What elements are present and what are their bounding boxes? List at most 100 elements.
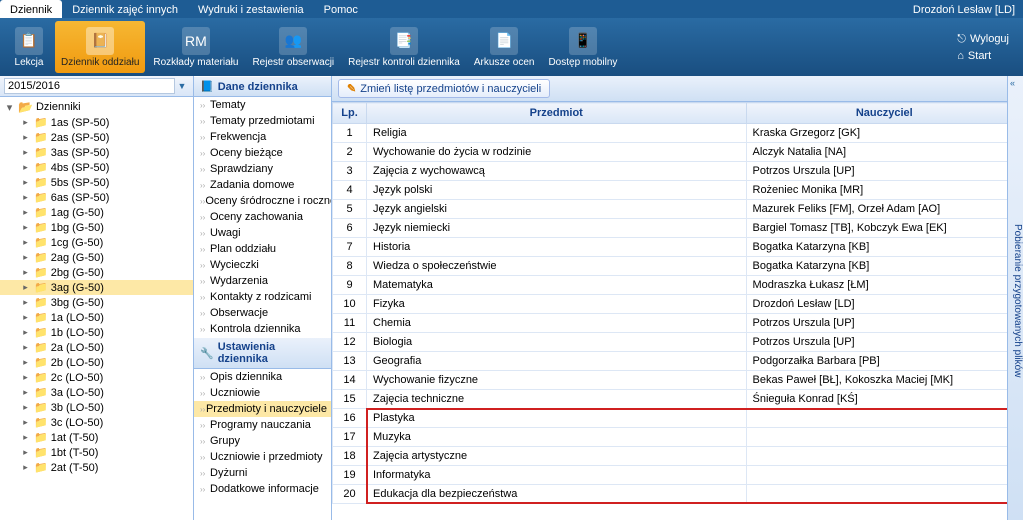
ribbon-mobilny[interactable]: 📱Dostęp mobilny — [542, 21, 623, 73]
tree-item[interactable]: ▸📁3as (SP-50) — [0, 145, 193, 160]
year-dropdown-icon[interactable]: ▼ — [175, 81, 189, 91]
section-item[interactable]: ››Dyżurni — [194, 465, 331, 481]
section-item[interactable]: ››Zadania domowe — [194, 177, 331, 193]
table-row[interactable]: 2Wychowanie do życia w rodzinieAlczyk Na… — [333, 143, 1023, 162]
expand-icon[interactable]: ▸ — [20, 282, 31, 293]
expand-icon[interactable]: « — [1010, 78, 1015, 88]
expand-icon[interactable]: ▸ — [20, 327, 31, 338]
ribbon-dziennik-oddzialu[interactable]: 📔Dziennik oddziału — [55, 21, 145, 73]
tree-item[interactable]: ▸📁3a (LO-50) — [0, 385, 193, 400]
expand-icon[interactable]: ▸ — [20, 177, 31, 188]
start-link[interactable]: ⌂Start — [957, 50, 1009, 62]
section-ustawienia[interactable]: 🔧Ustawienia dziennika — [194, 337, 331, 369]
expand-icon[interactable]: ▸ — [20, 132, 31, 143]
section-item[interactable]: ››Tematy — [194, 97, 331, 113]
table-row[interactable]: 20Edukacja dla bezpieczeństwa — [333, 485, 1023, 504]
section-item[interactable]: ››Uczniowie i przedmioty — [194, 449, 331, 465]
expand-icon[interactable]: ▸ — [20, 432, 31, 443]
expand-icon[interactable]: ▸ — [20, 117, 31, 128]
table-row[interactable]: 9MatematykaModraszka Łukasz [ŁM] — [333, 276, 1023, 295]
tree-item[interactable]: ▸📁1cg (G-50) — [0, 235, 193, 250]
col-lp[interactable]: Lp. — [333, 103, 367, 124]
section-item[interactable]: ››Oceny zachowania — [194, 209, 331, 225]
section-item[interactable]: ››Przedmioty i nauczyciele — [194, 401, 331, 417]
table-row[interactable]: 13GeografiaPodgorzałka Barbara [PB] — [333, 352, 1023, 371]
ribbon-kontroli[interactable]: 📑Rejestr kontroli dziennika — [342, 21, 466, 73]
table-row[interactable]: 10FizykaDrozdoń Lesław [LD] — [333, 295, 1023, 314]
expand-icon[interactable]: ▸ — [20, 342, 31, 353]
tree-item[interactable]: ▸📁2b (LO-50) — [0, 355, 193, 370]
section-item[interactable]: ››Wycieczki — [194, 257, 331, 273]
section-item[interactable]: ››Sprawdziany — [194, 161, 331, 177]
section-item[interactable]: ››Oceny bieżące — [194, 145, 331, 161]
section-item[interactable]: ››Oceny śródroczne i roczne — [194, 193, 331, 209]
tree-item[interactable]: ▸📁2bg (G-50) — [0, 265, 193, 280]
section-item[interactable]: ››Opis dziennika — [194, 369, 331, 385]
expand-icon[interactable]: ▸ — [20, 162, 31, 173]
section-item[interactable]: ››Uczniowie — [194, 385, 331, 401]
tree-item[interactable]: ▸📁2at (T-50) — [0, 460, 193, 475]
tree-item[interactable]: ▸📁1bt (T-50) — [0, 445, 193, 460]
expand-icon[interactable]: ▸ — [20, 372, 31, 383]
table-row[interactable]: 1ReligiaKraska Grzegorz [GK] — [333, 124, 1023, 143]
section-item[interactable]: ››Kontakty z rodzicami — [194, 289, 331, 305]
tree-item[interactable]: ▸📁3b (LO-50) — [0, 400, 193, 415]
table-row[interactable]: 14Wychowanie fizyczneBekas Paweł [BŁ], K… — [333, 371, 1023, 390]
change-list-button[interactable]: ✎Zmień listę przedmiotów i nauczycieli — [338, 79, 550, 98]
table-row[interactable]: 4Język polskiRożeniec Monika [MR] — [333, 181, 1023, 200]
tree-item[interactable]: ▸📁4bs (SP-50) — [0, 160, 193, 175]
tree-root[interactable]: ▾ 📂 Dzienniki — [0, 99, 193, 115]
expand-icon[interactable]: ▸ — [20, 207, 31, 218]
tree-item[interactable]: ▸📁1at (T-50) — [0, 430, 193, 445]
section-dane-dziennika[interactable]: 📘Dane dziennika — [194, 76, 331, 97]
expand-icon[interactable]: ▸ — [20, 222, 31, 233]
table-row[interactable]: 11ChemiaPotrzos Urszula [UP] — [333, 314, 1023, 333]
col-subject[interactable]: Przedmiot — [367, 103, 747, 124]
collapse-icon[interactable]: ▾ — [4, 101, 15, 114]
tree-item[interactable]: ▸📁3ag (G-50) — [0, 280, 193, 295]
grid-wrap[interactable]: Lp. Przedmiot Nauczyciel 1ReligiaKraska … — [332, 102, 1023, 520]
section-item[interactable]: ››Uwagi — [194, 225, 331, 241]
expand-icon[interactable]: ▸ — [20, 237, 31, 248]
expand-icon[interactable]: ▸ — [20, 402, 31, 413]
section-item[interactable]: ››Grupy — [194, 433, 331, 449]
expand-icon[interactable]: ▸ — [20, 462, 31, 473]
table-row[interactable]: 19Informatyka — [333, 466, 1023, 485]
table-row[interactable]: 8Wiedza o społeczeństwieBogatka Katarzyn… — [333, 257, 1023, 276]
expand-icon[interactable]: ▸ — [20, 357, 31, 368]
table-row[interactable]: 7HistoriaBogatka Katarzyna [KB] — [333, 238, 1023, 257]
section-item[interactable]: ››Dodatkowe informacje — [194, 481, 331, 497]
section-item[interactable]: ››Obserwacje — [194, 305, 331, 321]
expand-icon[interactable]: ▸ — [20, 192, 31, 203]
section-item[interactable]: ››Plan oddziału — [194, 241, 331, 257]
section-item[interactable]: ››Wydarzenia — [194, 273, 331, 289]
table-row[interactable]: 5Język angielskiMazurek Feliks [FM], Orz… — [333, 200, 1023, 219]
tree-item[interactable]: ▸📁1as (SP-50) — [0, 115, 193, 130]
tab-pomoc[interactable]: Pomoc — [314, 0, 368, 18]
section-item[interactable]: ››Kontrola dziennika — [194, 321, 331, 337]
tree-item[interactable]: ▸📁2ag (G-50) — [0, 250, 193, 265]
tab-zajec-innych[interactable]: Dziennik zajęć innych — [62, 0, 188, 18]
logout-link[interactable]: ⎋Wyloguj — [957, 33, 1009, 46]
section-item[interactable]: ››Programy nauczania — [194, 417, 331, 433]
tab-wydruki[interactable]: Wydruki i zestawienia — [188, 0, 314, 18]
section-item[interactable]: ››Frekwencja — [194, 129, 331, 145]
downloads-panel[interactable]: « Pobieranie przygotowanych plików — [1007, 76, 1023, 520]
tree-item[interactable]: ▸📁1bg (G-50) — [0, 220, 193, 235]
expand-icon[interactable]: ▸ — [20, 267, 31, 278]
table-row[interactable]: 18Zajęcia artystyczne — [333, 447, 1023, 466]
year-input[interactable] — [4, 78, 175, 94]
tree-item[interactable]: ▸📁3bg (G-50) — [0, 295, 193, 310]
tree-item[interactable]: ▸📁1ag (G-50) — [0, 205, 193, 220]
ribbon-rozklady[interactable]: RMRozkłady materiału — [147, 21, 244, 73]
tree-item[interactable]: ▸📁2c (LO-50) — [0, 370, 193, 385]
tree-item[interactable]: ▸📁3c (LO-50) — [0, 415, 193, 430]
ribbon-lekcja[interactable]: 📋Lekcja — [5, 21, 53, 73]
table-row[interactable]: 15Zajęcia techniczneŚnieguła Konrad [KŚ] — [333, 390, 1023, 409]
expand-icon[interactable]: ▸ — [20, 312, 31, 323]
tree-item[interactable]: ▸📁2a (LO-50) — [0, 340, 193, 355]
expand-icon[interactable]: ▸ — [20, 147, 31, 158]
expand-icon[interactable]: ▸ — [20, 252, 31, 263]
expand-icon[interactable]: ▸ — [20, 387, 31, 398]
table-row[interactable]: 16Plastyka — [333, 409, 1023, 428]
